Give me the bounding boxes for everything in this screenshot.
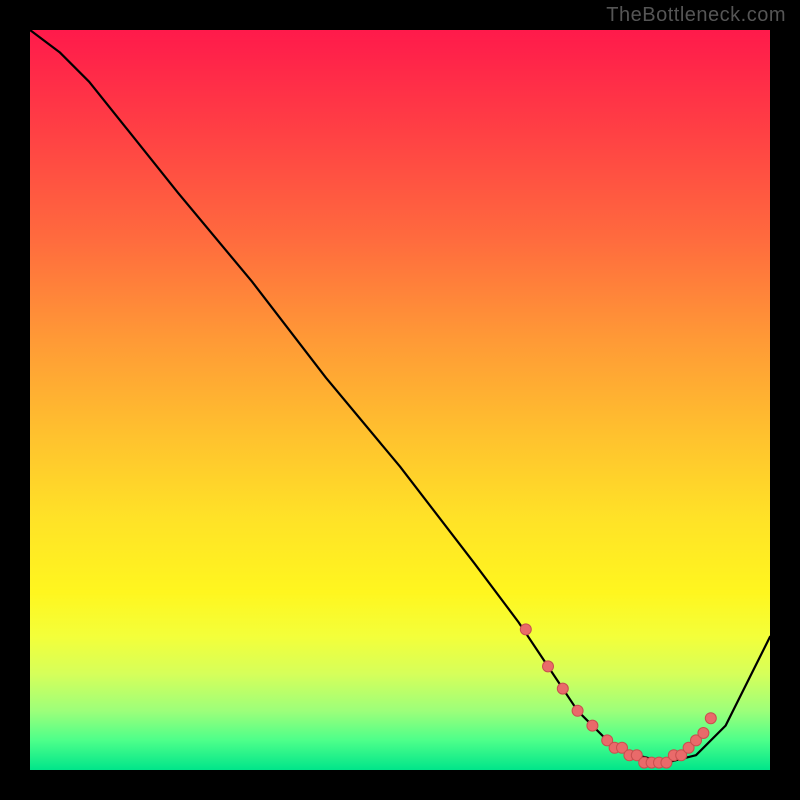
gradient-plot-area: [30, 30, 770, 770]
watermark-text: TheBottleneck.com: [606, 4, 786, 27]
bottleneck-curve: [30, 30, 770, 763]
chart-frame: TheBottleneck.com: [0, 0, 800, 800]
marker-group: [520, 624, 716, 768]
marker-point: [557, 683, 568, 694]
marker-point: [520, 624, 531, 635]
curve-svg: [30, 30, 770, 770]
marker-point: [698, 728, 709, 739]
marker-point: [705, 713, 716, 724]
marker-point: [572, 705, 583, 716]
marker-point: [587, 720, 598, 731]
marker-point: [543, 661, 554, 672]
